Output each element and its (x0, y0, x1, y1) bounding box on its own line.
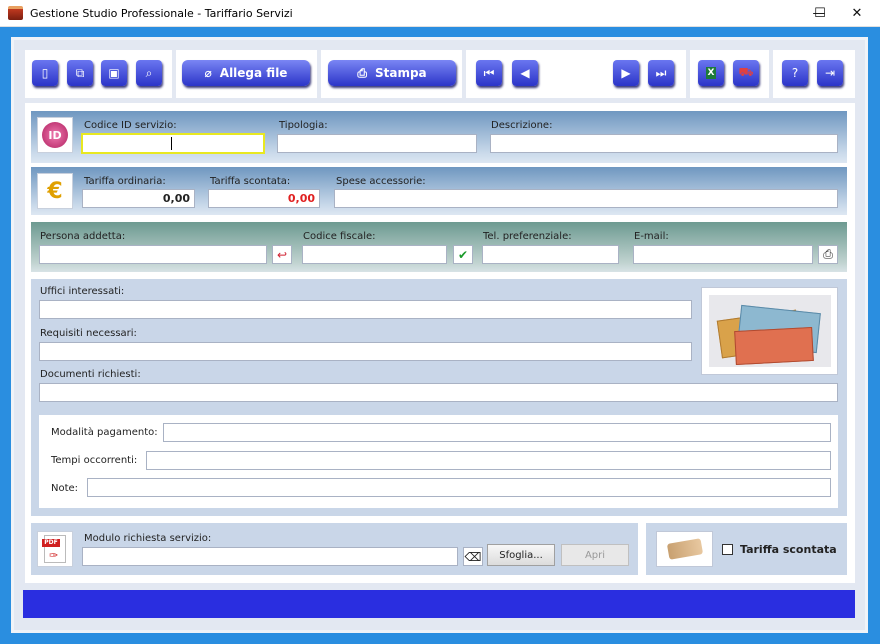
type-input[interactable] (277, 134, 477, 153)
payment-hand-icon (656, 531, 713, 567)
documents-label: Documenti richiesti: (40, 369, 141, 380)
ordinary-fee-input[interactable]: 0,00 (82, 189, 195, 208)
eraser-icon[interactable]: ⌫ (463, 547, 483, 566)
notes-label: Note: (51, 483, 79, 494)
title-bar: Gestione Studio Professionale - Tariffar… (0, 0, 880, 27)
offices-input[interactable] (39, 300, 692, 319)
printer-icon: ⎙ (357, 65, 367, 80)
id-icon: ID (37, 117, 73, 153)
last-record-icon[interactable]: ⏭ (648, 60, 674, 86)
search-icon[interactable]: ⌕ (136, 60, 162, 86)
copy-icon[interactable]: ⧉ (67, 60, 93, 86)
phone-label: Tel. preferenziale: (483, 231, 572, 242)
service-code-input[interactable] (81, 133, 265, 154)
extra-costs-input[interactable] (334, 189, 838, 208)
payment-input[interactable] (163, 423, 831, 442)
module-label: Modulo richiesta servizio: (84, 533, 212, 544)
email-label: E-mail: (634, 231, 669, 242)
attach-file-button[interactable]: ⌀ Allega file (182, 60, 310, 86)
requirements-label: Requisiti necessari: (40, 328, 137, 339)
time-label: Tempi occorrenti: (51, 455, 138, 466)
tax-code-input[interactable] (302, 245, 447, 264)
print-button[interactable]: ⎙ Stampa (328, 60, 456, 86)
payment-label: Modalità pagamento: (51, 427, 158, 438)
pdf-icon: PDF ✑ (37, 531, 73, 567)
discount-checkbox[interactable] (722, 544, 733, 555)
service-code-label: Codice ID servizio: (84, 120, 177, 131)
browse-button[interactable]: Sfoglia... (487, 544, 555, 566)
previous-record-icon[interactable]: ◀ (512, 60, 538, 86)
description-input[interactable] (490, 134, 838, 153)
person-label: Persona addetta: (40, 231, 126, 242)
discounted-fee-label: Tariffa scontata: (210, 176, 291, 187)
window-title: Gestione Studio Professionale - Tariffar… (30, 7, 293, 20)
app-icon (8, 6, 23, 20)
description-label: Descrizione: (491, 120, 553, 131)
car-icon[interactable]: ⛟ (733, 60, 759, 86)
documents-input[interactable] (39, 383, 838, 402)
excel-export-icon[interactable]: X (698, 60, 724, 86)
ordinary-fee-label: Tariffa ordinaria: (84, 176, 166, 187)
exit-icon[interactable]: ⇥ (817, 60, 843, 86)
email-input[interactable] (633, 245, 813, 264)
save-icon[interactable]: ▣ (101, 60, 127, 86)
open-button[interactable]: Apri (561, 544, 629, 566)
tax-code-label: Codice fiscale: (303, 231, 376, 242)
discount-checkbox-label: Tariffa scontata (740, 543, 837, 556)
time-input[interactable] (146, 451, 831, 470)
first-record-icon[interactable]: ⏮ (476, 60, 502, 86)
return-arrow-icon[interactable]: ↩ (272, 245, 292, 264)
discounted-fee-input[interactable]: 0,00 (208, 189, 320, 208)
phone-input[interactable] (482, 245, 619, 264)
next-record-icon[interactable]: ▶ (613, 60, 639, 86)
euro-icon: € (37, 173, 73, 209)
extra-costs-label: Spese accessorie: (336, 176, 426, 187)
person-input[interactable] (39, 245, 267, 264)
money-image (701, 287, 838, 375)
module-input[interactable] (82, 547, 458, 566)
offices-label: Uffici interessati: (40, 286, 125, 297)
requirements-input[interactable] (39, 342, 692, 361)
print-mail-icon[interactable]: ⎙ (818, 245, 838, 264)
close-button[interactable]: ✕ (834, 0, 880, 27)
paperclip-icon: ⌀ (204, 66, 212, 80)
type-label: Tipologia: (279, 120, 328, 131)
new-icon[interactable]: ▯ (32, 60, 58, 86)
checkmark-icon[interactable]: ✔ (453, 245, 473, 264)
notes-input[interactable] (87, 478, 831, 497)
help-icon[interactable]: ? (782, 60, 808, 86)
status-bar (23, 590, 855, 618)
